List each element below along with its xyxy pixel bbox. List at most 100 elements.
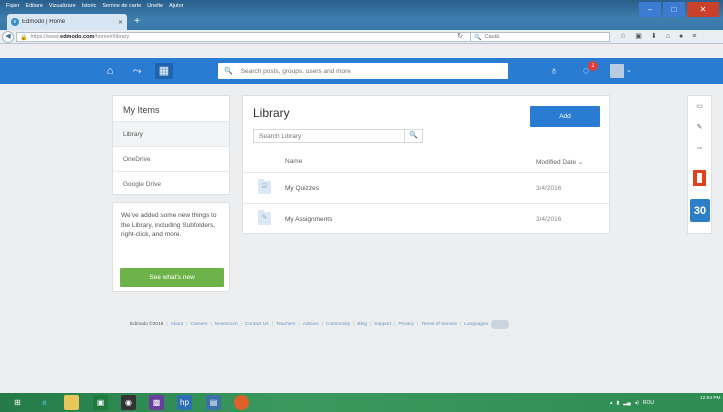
hamburger-menu-icon[interactable]: ≡: [692, 32, 696, 42]
browser-tab-edmodo[interactable]: e Edmodo | Home ✕: [7, 14, 127, 30]
bookmark-star-icon[interactable]: ☆: [620, 32, 626, 42]
my-items-panel: My Items Library OneDrive Google Drive: [112, 95, 230, 195]
search-icon[interactable]: 🔍: [404, 130, 422, 142]
footer-link-community[interactable]: Community: [326, 322, 350, 327]
media-app-icon[interactable]: ▩: [149, 395, 164, 410]
language-indicator[interactable]: ROU: [643, 400, 654, 406]
footer-link-languages[interactable]: Languages: [464, 322, 488, 327]
windows-taskbar: ⊞ e ▣ ◉ ▩ hp ▤ ▴ ▮ ▂▄ ◂) ROU 12:53 PM: [0, 393, 723, 412]
footer-copyright: Edmodo ©2016: [130, 321, 164, 327]
browser-navbar: ◀ 🔒 https://www.edmodo.com/home#/library…: [0, 30, 723, 44]
see-whats-new-button[interactable]: See what's new: [120, 268, 224, 287]
signal-icon[interactable]: ▂▄: [623, 400, 630, 406]
footer-link-blog[interactable]: Blog: [357, 322, 367, 327]
footer-link-terms[interactable]: Terms of Service: [421, 322, 457, 327]
volume-icon[interactable]: ◂): [635, 400, 639, 406]
home-icon[interactable]: ⌂: [666, 32, 670, 42]
library-panel: Library Add 🔍 Name Modified Date ⌄ ☑ My …: [242, 95, 610, 234]
footer-link-support[interactable]: Support: [374, 322, 391, 327]
reload-icon[interactable]: ↻: [455, 32, 465, 42]
row-name: My Quizzes: [285, 185, 319, 192]
minimize-button[interactable]: –: [639, 2, 661, 17]
browser-toolbar-icons: ☆ ▣ ⬇ ⌂ ● ≡: [620, 32, 696, 42]
page-footer: Edmodo ©2016 | About | Careers | Newsroo…: [130, 318, 510, 330]
file-explorer-icon[interactable]: [64, 395, 79, 410]
wrench-icon[interactable]: ✎: [688, 123, 711, 131]
footer-link-newsroom[interactable]: Newsroom: [215, 322, 238, 327]
add-button[interactable]: Add: [530, 106, 600, 127]
footer-link-contact[interactable]: Contact Us: [245, 322, 269, 327]
table-row[interactable]: ☑ My Quizzes 3/4/2016: [243, 172, 609, 203]
footer-link-privacy[interactable]: Privacy: [398, 322, 414, 327]
menu-history[interactable]: Istoric: [82, 1, 97, 11]
hp-icon[interactable]: hp: [177, 395, 192, 410]
library-search-input[interactable]: [254, 132, 404, 140]
network-icon[interactable]: ▮: [617, 400, 620, 406]
browser-search-input[interactable]: [484, 34, 595, 40]
back-button[interactable]: ◀: [2, 31, 14, 43]
tray-arrow-icon[interactable]: ▴: [610, 400, 613, 406]
calendar-icon[interactable]: 30: [690, 199, 710, 222]
footer-link-careers[interactable]: Careers: [190, 322, 207, 327]
table-row[interactable]: ✎ My Assignments 3/4/2016: [243, 203, 609, 234]
row-name: My Assignments: [285, 216, 333, 223]
menu-file[interactable]: Fișier: [6, 1, 19, 11]
maximize-button[interactable]: □: [663, 2, 685, 17]
system-tray: ▴ ▮ ▂▄ ◂) ROU: [610, 393, 654, 412]
column-header-name[interactable]: Name: [285, 158, 302, 165]
footer-link-teachers[interactable]: Teachers: [276, 322, 295, 327]
menu-help[interactable]: Ajutor: [169, 1, 183, 11]
backpack-icon[interactable]: ♁: [545, 63, 563, 79]
close-window-button[interactable]: ✕: [687, 2, 719, 17]
camera-icon[interactable]: ◉: [121, 395, 136, 410]
downloads-icon[interactable]: ⬇: [651, 32, 657, 42]
menu-bookmarks[interactable]: Semne de carte: [102, 1, 141, 11]
quiz-folder-icon: ☑: [258, 179, 271, 194]
avatar[interactable]: [610, 64, 624, 78]
library-search-box[interactable]: 🔍: [253, 129, 423, 143]
library-nav-icon[interactable]: ▦: [155, 63, 173, 79]
search-icon: 🔍: [474, 34, 482, 41]
apps-right-rail: ▭ ✎ ▫▫ 30: [687, 95, 712, 234]
new-tab-button[interactable]: +: [130, 14, 144, 30]
url-bar[interactable]: 🔒 https://www.edmodo.com/home#/library: [16, 32, 472, 42]
windows-start-icon[interactable]: ⊞: [10, 395, 25, 410]
my-items-library[interactable]: Library: [113, 121, 229, 146]
browser-search-box[interactable]: 🔍: [470, 32, 610, 42]
my-items-onedrive[interactable]: OneDrive: [113, 146, 229, 171]
edmodo-favicon-icon: e: [11, 18, 19, 26]
page-title: Library: [253, 106, 290, 120]
edmodo-search-input[interactable]: [240, 67, 491, 75]
progress-nav-icon[interactable]: ⤳: [128, 63, 146, 79]
assignment-folder-icon: ✎: [258, 210, 271, 225]
apps-grid-icon[interactable]: ▫▫: [688, 145, 711, 152]
menu-view[interactable]: Vizualizare: [49, 1, 76, 11]
my-items-google-drive[interactable]: Google Drive: [113, 171, 229, 196]
menu-edit[interactable]: Editare: [25, 1, 42, 11]
documents-icon[interactable]: ▤: [206, 395, 221, 410]
search-icon: 🔍: [224, 68, 233, 75]
edmodo-search-bar[interactable]: 🔍: [218, 63, 508, 79]
window-controls: – □ ✕: [639, 2, 719, 17]
edmodo-header: ⌂ ⤳ ▦ 🔍 ♁ ◌ 1 ⌄: [0, 58, 723, 84]
home-nav-icon[interactable]: ⌂: [101, 63, 119, 79]
tab-close-icon[interactable]: ✕: [118, 19, 123, 26]
firefox-icon[interactable]: [234, 395, 249, 410]
internet-explorer-icon[interactable]: e: [37, 395, 52, 410]
globe-icon: [491, 319, 510, 329]
url-text: https://www.edmodo.com/home#/library: [30, 34, 130, 40]
lock-icon: 🔒: [20, 34, 28, 41]
column-header-modified-date[interactable]: Modified Date ⌄: [536, 158, 583, 166]
tab-title: Edmodo | Home: [22, 19, 66, 25]
menu-tools[interactable]: Unelte: [147, 1, 163, 11]
chevron-down-icon[interactable]: ⌄: [626, 64, 632, 78]
footer-link-admins[interactable]: Admins: [303, 322, 319, 327]
store-icon[interactable]: ▣: [93, 395, 108, 410]
addon-icon[interactable]: ●: [679, 32, 683, 42]
bookmarks-list-icon[interactable]: ▣: [635, 32, 642, 42]
footer-link-about[interactable]: About: [171, 322, 184, 327]
trash-icon[interactable]: ▭: [688, 102, 711, 110]
office-icon[interactable]: [693, 170, 706, 186]
browser-menubar: Fișier Editare Vizualizare Istoric Semne…: [6, 1, 183, 11]
taskbar-clock[interactable]: 12:53 PM: [700, 395, 721, 402]
